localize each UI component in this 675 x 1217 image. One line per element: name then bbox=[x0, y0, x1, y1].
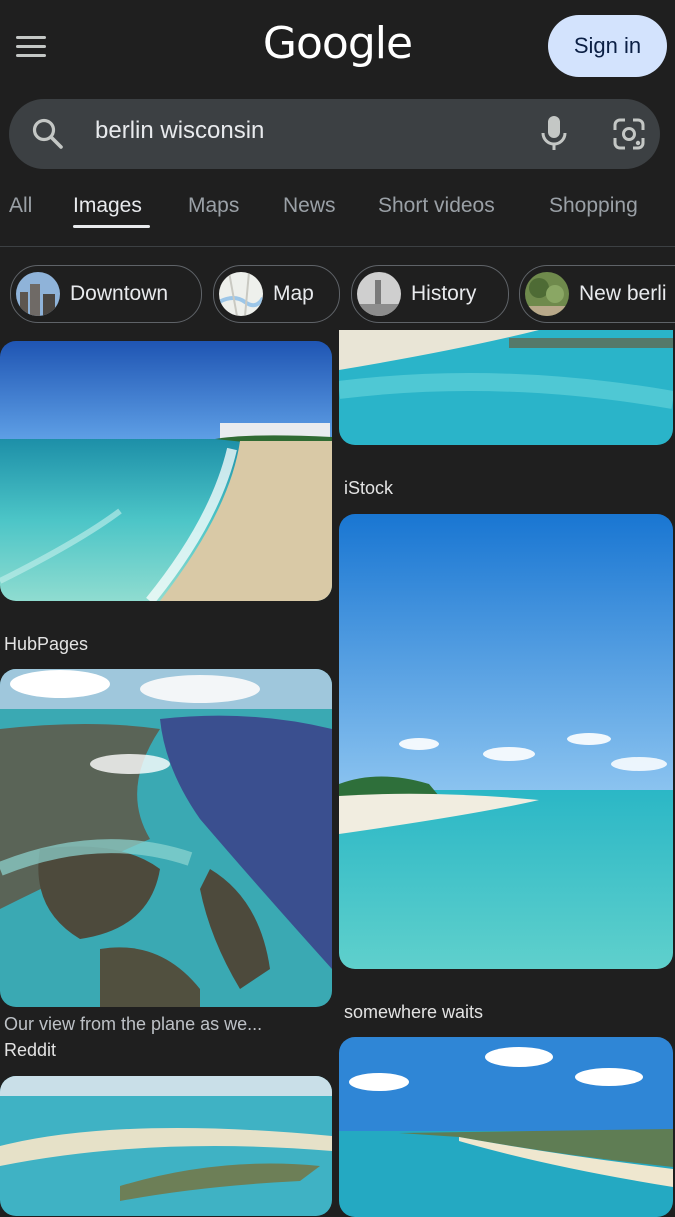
chip-thumbnail bbox=[525, 272, 569, 316]
chip-downtown[interactable]: Downtown bbox=[10, 265, 202, 323]
microphone-icon[interactable] bbox=[537, 113, 571, 153]
image-result-sandbar[interactable] bbox=[339, 514, 673, 969]
chip-map[interactable]: Map bbox=[213, 265, 340, 323]
search-tabs: All Images Maps News Short videos Shoppi… bbox=[0, 180, 675, 247]
aerial-image bbox=[0, 669, 332, 1007]
beach-image bbox=[0, 341, 332, 601]
chip-thumbnail bbox=[219, 272, 263, 316]
active-tab-indicator bbox=[73, 225, 150, 228]
search-icon bbox=[32, 118, 63, 149]
result-source[interactable]: Reddit bbox=[4, 1040, 56, 1061]
result-source[interactable]: iStock bbox=[344, 478, 393, 499]
image-result-aerial[interactable] bbox=[0, 669, 332, 1007]
image-result-beach[interactable] bbox=[0, 341, 332, 601]
chip-label: New berli bbox=[579, 282, 667, 305]
sign-in-button[interactable]: Sign in bbox=[548, 15, 667, 77]
image-result-town-beach[interactable] bbox=[339, 1037, 673, 1217]
search-bar[interactable]: berlin wisconsin bbox=[9, 99, 660, 169]
chip-label: Downtown bbox=[70, 282, 169, 305]
chip-thumbnail bbox=[357, 272, 401, 316]
image-result-coast[interactable] bbox=[0, 1076, 332, 1216]
sandbar-image bbox=[339, 514, 673, 969]
shoreline-image bbox=[339, 330, 673, 445]
search-input[interactable]: berlin wisconsin bbox=[95, 117, 264, 145]
town-beach-image bbox=[339, 1037, 673, 1217]
chip-history[interactable]: History bbox=[351, 265, 509, 323]
chip-new-berlin[interactable]: New berli bbox=[519, 265, 675, 323]
chip-label: History bbox=[411, 282, 477, 305]
tab-short-videos[interactable]: Short videos bbox=[378, 194, 495, 218]
image-result-shoreline[interactable] bbox=[339, 330, 673, 445]
google-lens-icon[interactable] bbox=[611, 116, 647, 152]
chip-label: Map bbox=[273, 282, 314, 305]
top-bar: Google Sign in bbox=[0, 0, 675, 92]
coast-image bbox=[0, 1076, 332, 1216]
tab-shopping[interactable]: Shopping bbox=[549, 194, 638, 218]
result-source[interactable]: HubPages bbox=[4, 634, 88, 655]
tab-news[interactable]: News bbox=[283, 194, 336, 218]
tab-images[interactable]: Images bbox=[73, 194, 142, 218]
chip-thumbnail bbox=[16, 272, 60, 316]
tab-all[interactable]: All bbox=[9, 194, 32, 218]
result-caption: Our view from the plane as we... bbox=[4, 1014, 263, 1034]
result-source[interactable]: somewhere waits bbox=[344, 1002, 483, 1023]
tab-maps[interactable]: Maps bbox=[188, 194, 239, 218]
